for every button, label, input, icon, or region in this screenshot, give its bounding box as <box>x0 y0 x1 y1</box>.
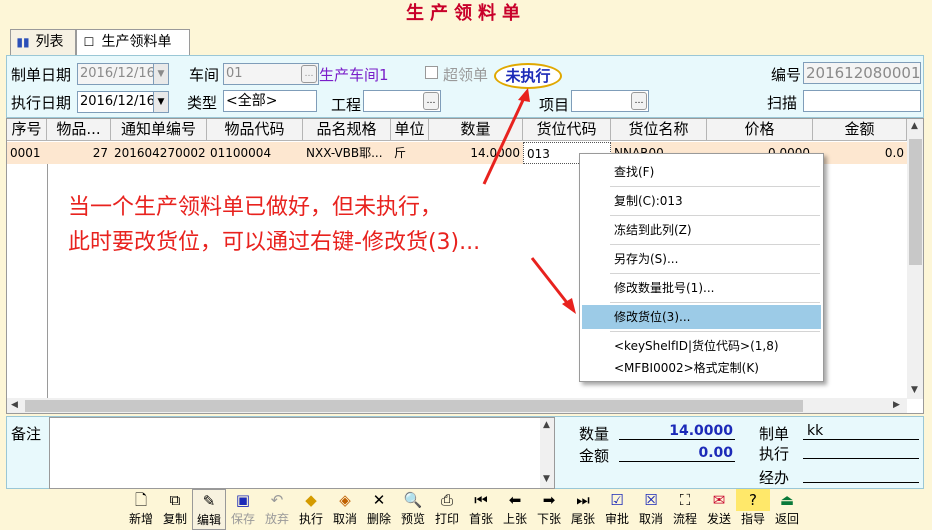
notes-scrollbar[interactable]: ▲ ▼ <box>540 418 554 488</box>
discard-button[interactable]: ↶ 放弃 <box>260 489 294 530</box>
executor-value <box>803 443 919 459</box>
flow-button-label: 流程 <box>672 512 697 526</box>
new-button-label: 新增 <box>128 512 153 526</box>
arrow-head <box>518 88 530 102</box>
prev-icon: ⬅ <box>508 491 522 509</box>
context-menu: 查找(F) 复制(C):013 冻结到此列(Z) 另存为(S)... 修改数量批… <box>579 153 824 382</box>
next-icon: ➡ <box>542 491 556 509</box>
menu-separator <box>610 302 820 303</box>
menu-item-edit-location[interactable]: 修改货位(3)... <box>582 305 821 329</box>
menu-separator <box>610 331 820 332</box>
total-qty-label: 数量 <box>579 425 610 443</box>
execute-icon: ◆ <box>305 491 317 509</box>
handler-label: 经办 <box>759 469 790 487</box>
edit-button[interactable]: ✎ 编辑 <box>192 489 226 530</box>
menu-item-format-custom[interactable]: <MFBI0002>格式定制(K) <box>582 356 821 380</box>
save-icon: ▣ <box>235 491 251 509</box>
send-button-label: 发送 <box>706 512 731 526</box>
edit-button-label: 编辑 <box>196 513 221 527</box>
menu-separator <box>610 244 820 245</box>
next-button-label: 下张 <box>536 512 561 526</box>
copy-button-label: 复制 <box>162 512 187 526</box>
menu-item-save-as[interactable]: 另存为(S)... <box>582 247 821 271</box>
exit-button[interactable]: ⏏ 返回 <box>770 489 804 530</box>
send-icon: ✉ <box>712 491 726 509</box>
help-button[interactable]: ? 指导 <box>736 489 770 530</box>
new-doc-icon: 🗋 <box>134 491 148 509</box>
save-button-label: 保存 <box>230 512 255 526</box>
menu-separator <box>610 186 820 187</box>
print-button[interactable]: ⎙ 打印 <box>430 489 464 530</box>
preview-button[interactable]: 🔍 预览 <box>396 489 430 530</box>
unapprove-icon: ☒ <box>644 491 658 509</box>
cancel-exec-icon: ◈ <box>339 491 351 509</box>
preview-icon: 🔍 <box>403 491 423 509</box>
first-icon: ⏮ <box>474 491 488 509</box>
total-amount-label: 金额 <box>579 447 610 465</box>
flow-button[interactable]: ⛶ 流程 <box>668 489 702 530</box>
copy-icon: ⧉ <box>169 491 181 509</box>
exit-button-label: 返回 <box>774 512 799 526</box>
next-button[interactable]: ➡ 下张 <box>532 489 566 530</box>
handler-value <box>803 467 919 483</box>
cancel-exec-button-label: 取消 <box>332 512 357 526</box>
last-icon: ⏭ <box>576 491 590 509</box>
execute-button-label: 执行 <box>298 512 323 526</box>
arrow-to-menu <box>530 257 570 305</box>
exit-icon: ⏏ <box>779 491 795 509</box>
prev-button[interactable]: ⬅ 上张 <box>498 489 532 530</box>
last-button[interactable]: ⏭ 尾张 <box>566 489 600 530</box>
discard-button-label: 放弃 <box>264 512 289 526</box>
copy-button[interactable]: ⧉ 复制 <box>158 489 192 530</box>
notes-label: 备注 <box>11 425 42 443</box>
print-button-label: 打印 <box>434 512 459 526</box>
menu-item-copy[interactable]: 复制(C):013 <box>582 189 821 213</box>
send-button[interactable]: ✉ 发送 <box>702 489 736 530</box>
menu-separator <box>610 273 820 274</box>
help-icon: ? <box>736 489 770 511</box>
total-qty-value: 14.0000 <box>619 423 735 440</box>
scroll-down-icon[interactable]: ▼ <box>543 474 550 484</box>
unapprove-button[interactable]: ☒ 取消 <box>634 489 668 530</box>
summary-panel: 备注 ▲ ▼ 数量 14.0000 金额 0.00 制单 kk 执行 经办 <box>6 416 924 489</box>
unapprove-button-label: 取消 <box>638 512 663 526</box>
menu-item-key-shelf[interactable]: <keyShelfID|货位代码>(1,8) <box>582 334 821 358</box>
approve-button[interactable]: ☑ 审批 <box>600 489 634 530</box>
total-amount-value: 0.00 <box>619 445 735 462</box>
preview-button-label: 预览 <box>400 512 425 526</box>
undo-icon: ↶ <box>270 491 284 509</box>
scroll-up-icon[interactable]: ▲ <box>543 420 550 430</box>
cancel-exec-button[interactable]: ◈ 取消 <box>328 489 362 530</box>
save-button[interactable]: ▣ 保存 <box>226 489 260 530</box>
menu-item-edit-qty-batch[interactable]: 修改数量批号(1)... <box>582 276 821 300</box>
delete-icon: ✕ <box>372 491 386 509</box>
notes-textarea[interactable]: ▲ ▼ <box>49 417 555 489</box>
new-button[interactable]: 🗋 新增 <box>124 489 158 530</box>
menu-separator <box>610 215 820 216</box>
flow-icon: ⛶ <box>679 491 691 509</box>
maker-value: kk <box>803 423 919 440</box>
maker-label: 制单 <box>759 425 790 443</box>
prev-button-label: 上张 <box>502 512 527 526</box>
first-button[interactable]: ⏮ 首张 <box>464 489 498 530</box>
menu-item-freeze[interactable]: 冻结到此列(Z) <box>582 218 821 242</box>
approve-button-label: 审批 <box>604 512 629 526</box>
last-button-label: 尾张 <box>570 512 595 526</box>
edit-icon: ✎ <box>202 492 216 510</box>
delete-button[interactable]: ✕ 删除 <box>362 489 396 530</box>
executor-label: 执行 <box>759 445 790 463</box>
arrow-to-status <box>482 97 526 185</box>
first-button-label: 首张 <box>468 512 493 526</box>
help-button-label: 指导 <box>740 512 765 526</box>
approve-icon: ☑ <box>610 491 624 509</box>
execute-button[interactable]: ◆ 执行 <box>294 489 328 530</box>
toolbar: 🗋 新增 ⧉ 复制 ✎ 编辑 ▣ 保存 ↶ 放弃 ◆ 执行 ◈ 取消 ✕ 删除 🔍 预览 ⎙ 打印 … <box>124 489 804 530</box>
print-icon: ⎙ <box>440 491 453 509</box>
menu-item-find[interactable]: 查找(F) <box>582 160 821 184</box>
delete-button-label: 删除 <box>366 512 391 526</box>
